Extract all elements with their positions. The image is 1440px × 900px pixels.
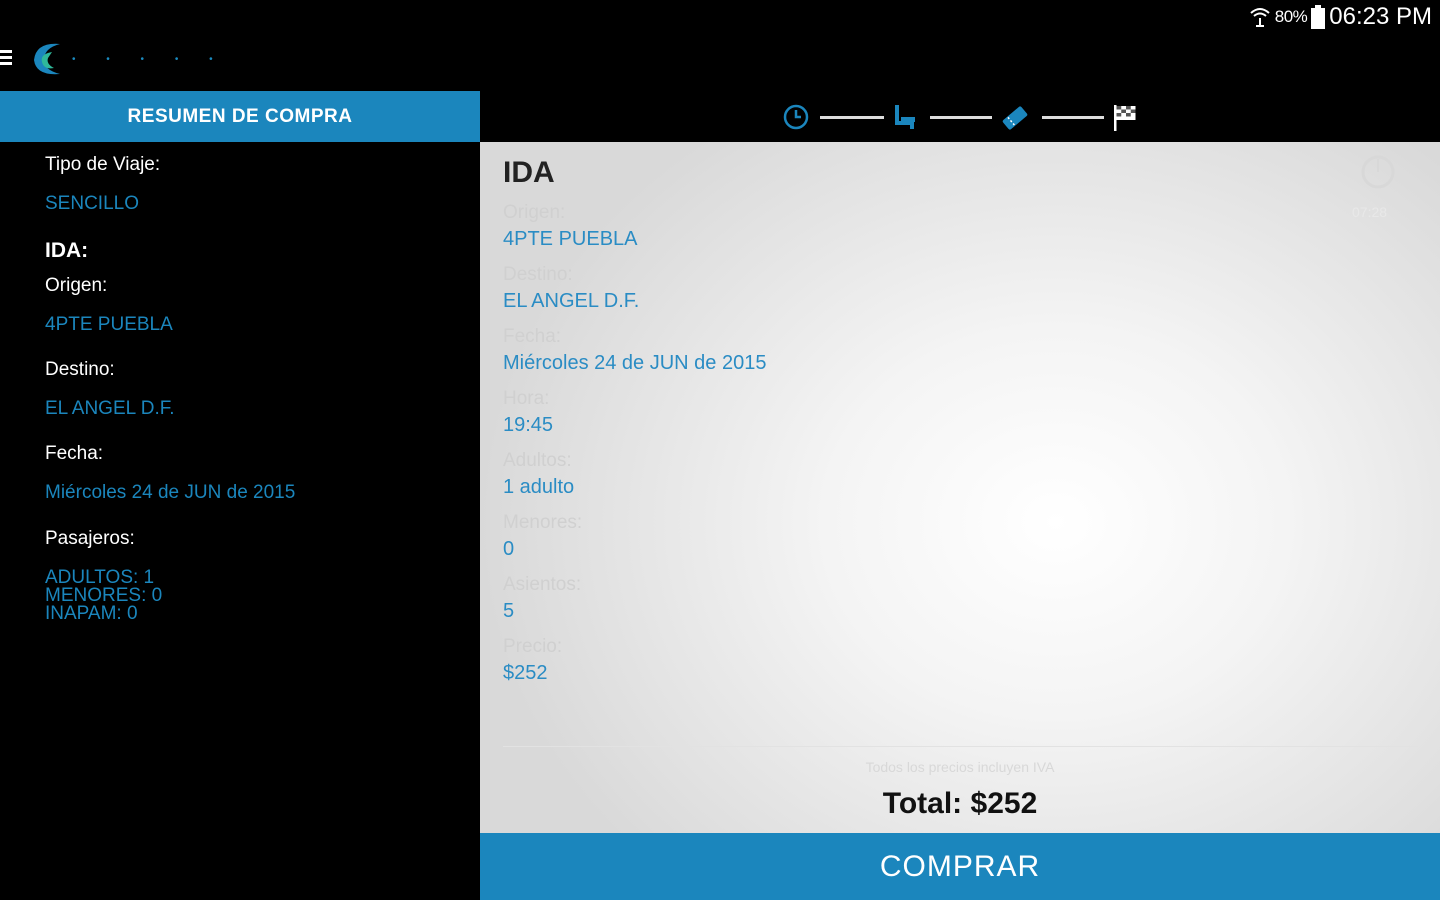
divider: [503, 746, 1418, 747]
wifi-icon: [1250, 8, 1270, 27]
step-connector: [820, 116, 884, 119]
detail-minors-value: 0: [503, 538, 515, 560]
detail-destination-value: EL ANGEL D.F.: [503, 290, 640, 312]
detail-price-label: Precio:: [503, 636, 563, 657]
clock-icon[interactable]: [782, 103, 810, 131]
detail-hour-label: Hora:: [503, 388, 550, 409]
progress-stepper: [480, 91, 1440, 142]
trip-type-label: Tipo de Viaje:: [45, 154, 161, 175]
buy-button[interactable]: COMPRAR: [480, 833, 1440, 900]
detail-hour-value: 19:45: [503, 414, 554, 436]
ticket-icon[interactable]: [1000, 103, 1030, 133]
detail-price-value: $252: [503, 662, 548, 684]
detail-date-value: Miércoles 24 de JUN de 2015: [503, 352, 767, 374]
ida-heading: IDA:: [45, 239, 89, 262]
destination-value: EL ANGEL D.F.: [45, 398, 175, 419]
status-icons: 80% 06:23 PM: [1249, 2, 1432, 32]
detail-minors-label: Menores:: [503, 512, 583, 533]
purchase-summary-panel: RESUMEN DE COMPRA Tipo de Viaje: SENCILL…: [0, 91, 480, 900]
detail-adults-value: 1 adulto: [503, 476, 575, 498]
trip-detail-panel: IDA 07:28 Origen: 4PTE PUEBLA Destino: E…: [480, 142, 1440, 833]
detail-seats-value: 5: [503, 600, 515, 622]
detail-seats-label: Asientos:: [503, 574, 582, 595]
battery-icon: [1311, 5, 1326, 29]
detail-origin-value: 4PTE PUEBLA: [503, 228, 638, 250]
battery-percent: 80%: [1274, 7, 1308, 26]
seat-icon[interactable]: [892, 103, 920, 133]
detail-destination-label: Destino:: [503, 264, 573, 285]
step-connector: [1042, 116, 1104, 119]
trip-type-value: SENCILLO: [45, 193, 139, 214]
status-bar: 80% 06:23 PM: [0, 0, 1440, 34]
origin-value: 4PTE PUEBLA: [45, 314, 173, 335]
destination-label: Destino:: [45, 359, 115, 380]
date-label: Fecha:: [45, 443, 104, 464]
detail-origin-label: Origen:: [503, 202, 566, 223]
origin-label: Origen:: [45, 275, 108, 296]
flag-icon[interactable]: [1112, 103, 1138, 133]
clock-time: 06:23 PM: [1329, 3, 1432, 30]
detail-date-label: Fecha:: [503, 326, 562, 347]
date-value: Miércoles 24 de JUN de 2015: [45, 482, 296, 503]
detail-adults-label: Adultos:: [503, 450, 572, 471]
detail-title: IDA: [503, 156, 555, 189]
step-connector: [930, 116, 992, 119]
summary-header: RESUMEN DE COMPRA: [0, 91, 480, 142]
tax-note: Todos los precios incluyen IVA: [865, 759, 1055, 775]
total-amount: Total: $252: [882, 787, 1038, 820]
inapam-count: INAPAM: 0: [45, 603, 138, 624]
logo-mark-icon: [34, 43, 60, 75]
passengers-label: Pasajeros:: [45, 528, 135, 549]
app-logo: • • • • •: [30, 40, 227, 78]
timer-countdown: 07:28: [1352, 204, 1388, 220]
logo-text: • • • • •: [72, 53, 227, 65]
hamburger-menu-icon[interactable]: [0, 50, 12, 70]
timer-icon: [1361, 155, 1395, 189]
passenger-counts: ADULTOS: 1 MENORES: 0 INAPAM: 0: [45, 568, 162, 624]
